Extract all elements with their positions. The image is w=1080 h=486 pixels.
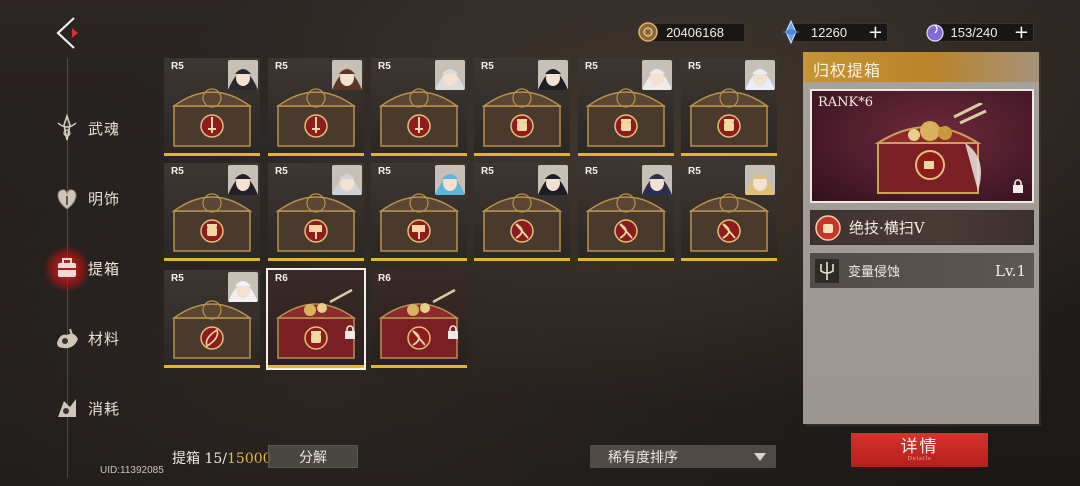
consumable-icon [50, 391, 84, 425]
gold-counter: 20406168 [638, 22, 745, 42]
sort-label: 稀有度排序 [608, 449, 678, 466]
crystal-add-button[interactable]: + [868, 22, 883, 43]
box-card[interactable]: R5 [164, 163, 260, 261]
character-portrait [435, 165, 465, 195]
character-portrait [228, 272, 258, 302]
skill-row-main[interactable]: 绝技·横扫Ⅴ [810, 210, 1034, 245]
box-card[interactable]: R5 [474, 58, 570, 156]
spirit-icon [50, 111, 84, 145]
box-card[interactable]: R5 [268, 163, 364, 261]
box-card[interactable]: R5 [164, 270, 260, 368]
skill-passive-name: 变量侵蚀 [848, 265, 901, 280]
box-icon [50, 251, 84, 285]
character-portrait [538, 60, 568, 90]
detail-rank: RANK*6 [818, 95, 874, 110]
back-arrow-icon [56, 17, 78, 49]
character-portrait [228, 165, 258, 195]
stamina-counter: 153/240 + [926, 22, 1034, 43]
box-card[interactable]: R6 [371, 270, 467, 368]
nav-label-spirit: 武魂 [88, 119, 121, 138]
crystal-counter: 12260 + [782, 20, 888, 44]
skill-row-passive[interactable]: 变量侵蚀 Lv.1 [810, 253, 1034, 288]
box-rank: R5 [275, 61, 288, 72]
box-card[interactable]: R6 [266, 268, 366, 370]
box-card[interactable]: R5 [578, 163, 674, 261]
trident-skill-icon [815, 258, 839, 283]
character-portrait [538, 165, 568, 195]
coin-icon [638, 22, 658, 42]
nav-item-ornament[interactable]: 明饰 [50, 176, 120, 220]
nav-label-material: 材料 [88, 329, 121, 348]
lock-icon [345, 325, 355, 339]
detail-title: 归权提箱 [813, 61, 882, 80]
box-card[interactable]: R5 [578, 58, 674, 156]
box-card[interactable]: R5 [474, 163, 570, 261]
crystal-icon [782, 20, 800, 44]
gold-value: 20406168 [666, 25, 724, 40]
character-portrait [745, 60, 775, 90]
nav-label-ornament: 明饰 [88, 189, 121, 208]
box-rank: R5 [171, 166, 184, 177]
box-rank: R5 [275, 166, 288, 177]
box-rank: R5 [481, 166, 494, 177]
box-rank: R5 [585, 166, 598, 177]
heart-ornament-icon [50, 181, 84, 215]
box-rank: R5 [585, 61, 598, 72]
character-portrait [435, 60, 465, 90]
detail-panel: 归权提箱 RANK*6 绝技·横扫Ⅴ 变量侵蚀 Lv.1 [803, 52, 1039, 424]
box-count-current: 15 [204, 451, 223, 467]
character-portrait [642, 165, 672, 195]
box-rank: R6 [275, 273, 288, 284]
details-button[interactable]: 详情 Details [851, 433, 988, 467]
nav-item-material[interactable]: 材料 [50, 316, 120, 360]
details-button-label: 详情 [900, 437, 939, 457]
skill-passive-level: Lv.1 [995, 261, 1026, 280]
box-card[interactable]: R5 [164, 58, 260, 156]
box-card[interactable]: R5 [681, 163, 777, 261]
box-rank: R5 [171, 61, 184, 72]
box-rank: R5 [171, 273, 184, 284]
character-portrait [642, 60, 672, 90]
chest-image [874, 103, 987, 194]
box-card[interactable]: R5 [371, 58, 467, 156]
box-count-max: 15000 [227, 451, 272, 467]
box-rank: R5 [688, 166, 701, 177]
skill-main-name: 绝技·横扫Ⅴ [849, 219, 925, 237]
box-card[interactable]: R5 [371, 163, 467, 261]
uid-label: UID:11392085 [100, 465, 164, 476]
nav-item-spirit[interactable]: 武魂 [50, 106, 120, 150]
box-card[interactable]: R5 [268, 58, 364, 156]
box-rank: R5 [378, 166, 391, 177]
lock-icon [1013, 179, 1023, 193]
nav-item-consumable[interactable]: 消耗 [50, 386, 120, 430]
character-portrait [332, 60, 362, 90]
box-rank: R5 [481, 61, 494, 72]
fist-skill-icon [815, 214, 841, 241]
decompose-button[interactable]: 分解 [268, 445, 358, 468]
box-rank: R6 [378, 273, 391, 284]
sort-dropdown[interactable]: 稀有度排序 [590, 445, 776, 468]
character-portrait [228, 60, 258, 90]
chevron-down-icon [754, 453, 766, 461]
nav-item-box[interactable]: 提箱 [50, 246, 120, 290]
box-count-prefix: 提箱 [172, 451, 205, 467]
nav-label-box: 提箱 [88, 259, 121, 278]
material-icon [50, 321, 84, 355]
stamina-orb-icon [926, 24, 944, 42]
stamina-add-button[interactable]: + [1014, 22, 1029, 43]
box-card[interactable]: R5 [681, 58, 777, 156]
detail-preview: RANK*6 [810, 89, 1034, 203]
back-button[interactable] [48, 14, 88, 52]
box-rank: R5 [688, 61, 701, 72]
character-portrait [745, 165, 775, 195]
character-portrait [332, 165, 362, 195]
lock-icon [448, 325, 458, 339]
nav-label-consumable: 消耗 [88, 399, 121, 418]
box-rank: R5 [378, 61, 391, 72]
box-count: 提箱 15/15000 [172, 448, 272, 468]
details-button-sub: Details [907, 456, 932, 462]
